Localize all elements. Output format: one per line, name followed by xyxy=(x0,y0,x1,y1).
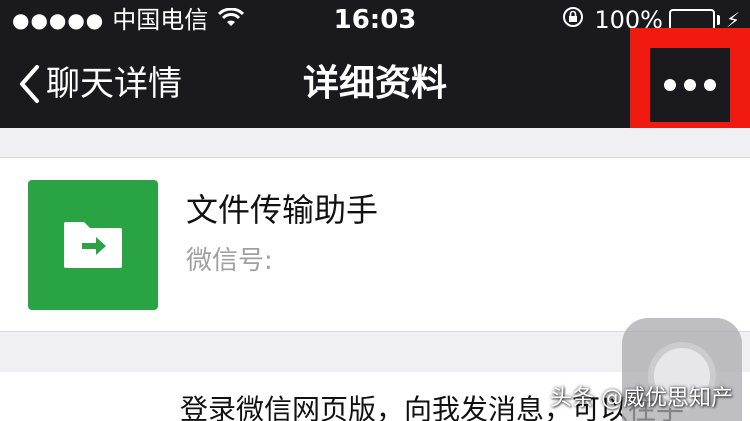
section-gap xyxy=(0,128,750,158)
avatar[interactable] xyxy=(28,180,158,310)
more-dots-icon xyxy=(664,79,716,91)
contact-name: 文件传输助手 xyxy=(186,191,379,229)
profile-card[interactable]: 文件传输助手 微信号: xyxy=(0,158,750,332)
folder-transfer-icon xyxy=(64,222,122,268)
wechat-id-label: 微信号: xyxy=(186,246,273,276)
rotation-lock-icon xyxy=(562,6,584,34)
battery-cap xyxy=(716,15,720,25)
navigation-bar: 聊天详情 详细资料 xyxy=(0,28,750,142)
more-options-button[interactable] xyxy=(630,28,750,142)
watermark: 头条 @威优思知产 xyxy=(550,386,733,411)
